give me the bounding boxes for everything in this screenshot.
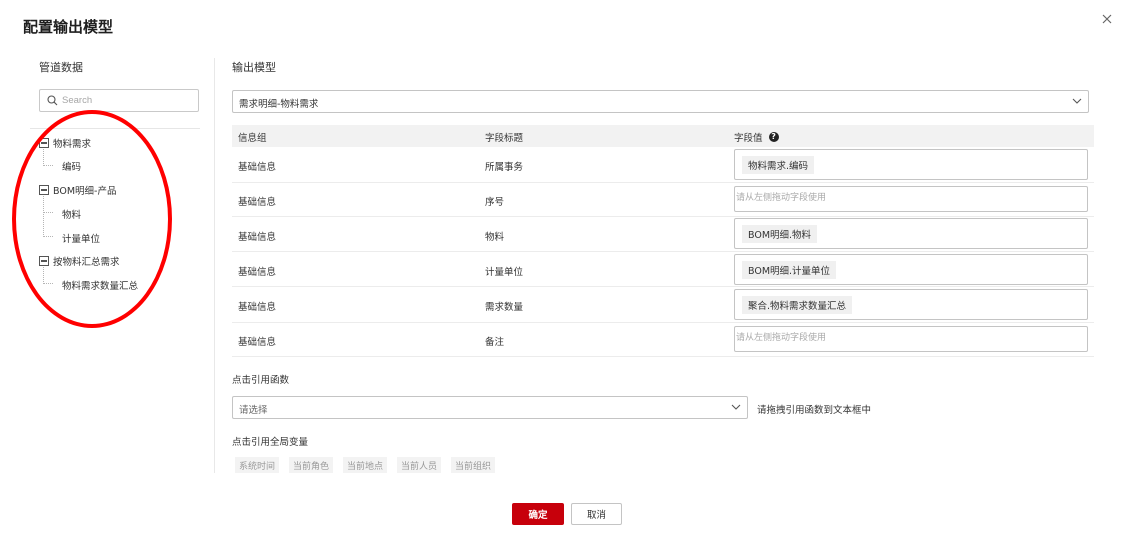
global-var-tag[interactable]: 当前组织 — [451, 457, 496, 473]
function-select[interactable]: 请选择 — [232, 396, 748, 419]
row-field: 备注 — [485, 337, 505, 348]
header-info-group: 信息组 — [238, 133, 267, 144]
row-field: 计量单位 — [485, 267, 524, 278]
table-row: 基础信息 需求数量 聚合.物料需求数量汇总 — [232, 287, 1094, 323]
table-row: 基础信息 备注 请从左侧拖动字段使用 — [232, 323, 1094, 357]
row-group: 基础信息 — [238, 302, 277, 313]
function-select-placeholder: 请选择 — [239, 405, 268, 416]
row-field: 序号 — [485, 197, 505, 208]
row-group: 基础信息 — [238, 162, 277, 173]
output-model-select-value: 需求明细-物料需求 — [239, 99, 319, 110]
field-value-box[interactable]: 请从左侧拖动字段使用 — [734, 326, 1088, 352]
global-var-tag[interactable]: 系统时间 — [235, 457, 280, 473]
dialog-title: 配置输出模型 — [23, 18, 114, 36]
chevron-down-icon — [731, 404, 741, 410]
table-row: 基础信息 序号 请从左侧拖动字段使用 — [232, 183, 1094, 217]
header-field-value: 字段值 ? — [734, 130, 779, 144]
field-value-box[interactable]: 物料需求.编码 — [734, 149, 1088, 180]
search-box[interactable] — [39, 89, 199, 112]
global-vars-label: 点击引用全局变量 — [232, 437, 309, 448]
row-group: 基础信息 — [238, 197, 277, 208]
field-value-chip[interactable]: 聚合.物料需求数量汇总 — [742, 296, 853, 314]
field-value-placeholder: 请从左侧拖动字段使用 — [736, 193, 827, 203]
table-row: 基础信息 所属事务 物料需求.编码 — [232, 147, 1094, 183]
output-model-select[interactable]: 需求明细-物料需求 — [232, 90, 1089, 113]
search-icon — [47, 95, 58, 106]
field-value-chip[interactable]: BOM明细.计量单位 — [742, 261, 837, 279]
row-field: 物料 — [485, 232, 505, 243]
field-value-chip[interactable]: 物料需求.编码 — [742, 156, 815, 174]
field-value-placeholder: 请从左侧拖动字段使用 — [736, 333, 827, 343]
global-var-tag[interactable]: 当前地点 — [343, 457, 388, 473]
field-value-box[interactable]: BOM明细.物料 — [734, 218, 1088, 249]
output-model-title: 输出模型 — [232, 61, 276, 74]
function-label: 点击引用函数 — [232, 375, 290, 386]
row-field: 所属事务 — [485, 162, 524, 173]
confirm-button[interactable]: 确定 — [512, 503, 564, 525]
cancel-button[interactable]: 取消 — [571, 503, 622, 525]
field-value-chip[interactable]: BOM明细.物料 — [742, 225, 818, 243]
row-group: 基础信息 — [238, 232, 277, 243]
function-hint: 请拖拽引用函数到文本框中 — [757, 405, 872, 416]
header-field-value-label: 字段值 — [734, 133, 763, 144]
field-value-box[interactable]: 请从左侧拖动字段使用 — [734, 186, 1088, 212]
field-value-box[interactable]: BOM明细.计量单位 — [734, 254, 1088, 285]
search-input[interactable] — [62, 92, 194, 109]
row-field: 需求数量 — [485, 302, 524, 313]
table-header: 信息组 字段标题 字段值 ? — [232, 125, 1094, 147]
row-group: 基础信息 — [238, 267, 277, 278]
panel-divider — [214, 58, 215, 473]
global-var-tag[interactable]: 当前角色 — [289, 457, 334, 473]
annotation-ellipse — [12, 110, 172, 328]
field-value-box[interactable]: 聚合.物料需求数量汇总 — [734, 289, 1088, 320]
header-field-title: 字段标题 — [485, 133, 524, 144]
help-icon[interactable]: ? — [768, 132, 779, 142]
chevron-down-icon — [1072, 98, 1082, 104]
pipeline-data-title: 管道数据 — [39, 61, 83, 74]
close-icon[interactable] — [1100, 12, 1114, 26]
table-row: 基础信息 物料 BOM明细.物料 — [232, 217, 1094, 252]
table-row: 基础信息 计量单位 BOM明细.计量单位 — [232, 252, 1094, 287]
row-group: 基础信息 — [238, 337, 277, 348]
global-var-tag[interactable]: 当前人员 — [397, 457, 442, 473]
